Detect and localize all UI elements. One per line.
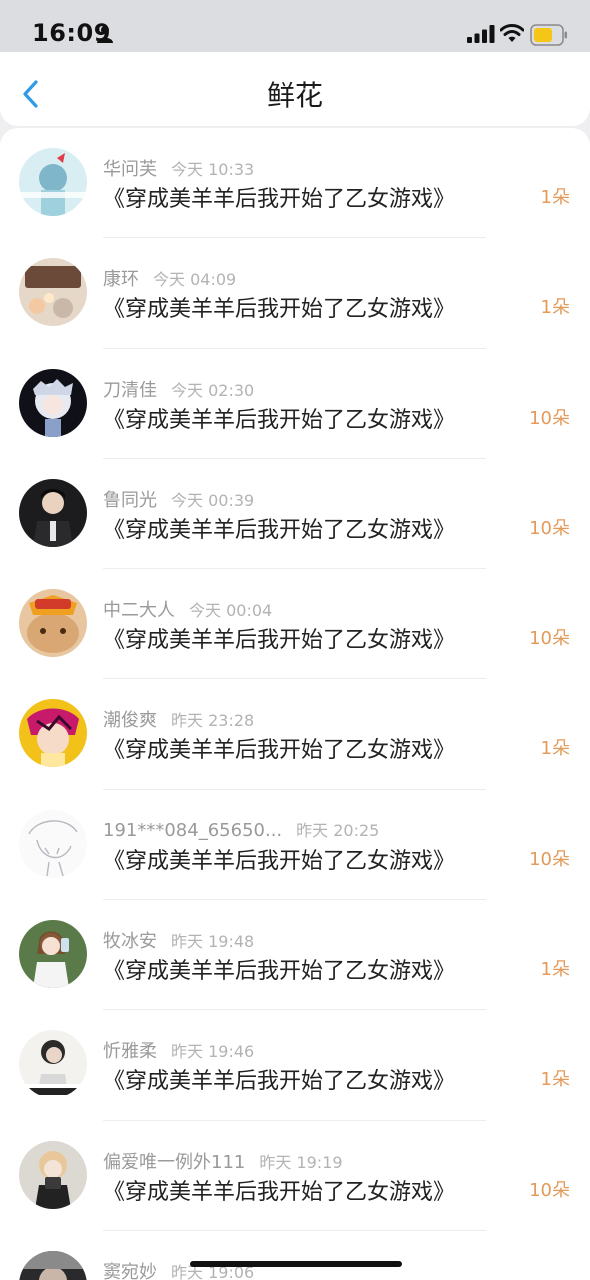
username: 忻雅柔 bbox=[103, 1041, 157, 1063]
book-title: 《穿成美羊羊后我开始了乙女游戏》 bbox=[103, 1179, 456, 1205]
list-item[interactable]: 窦宛妙 昨天 19:06 bbox=[0, 1231, 590, 1280]
username: 康环 bbox=[103, 269, 139, 291]
flower-count: 10朵 bbox=[529, 407, 570, 429]
timestamp: 今天 02:30 bbox=[171, 380, 255, 400]
home-indicator[interactable] bbox=[190, 1261, 402, 1267]
timestamp: 今天 00:39 bbox=[171, 490, 255, 510]
avatar[interactable] bbox=[19, 920, 87, 989]
item-meta: 偏爱唯一例外111 昨天 19:19 bbox=[103, 1148, 343, 1173]
timestamp: 昨天 19:19 bbox=[259, 1152, 343, 1172]
flower-count: 1朵 bbox=[540, 1069, 570, 1091]
page-title: 鲜花 bbox=[266, 79, 323, 112]
wifi-icon bbox=[500, 24, 524, 42]
username: 中二大人 bbox=[103, 600, 175, 622]
list-item[interactable]: 华问芙 今天 10:33 《穿成美羊羊后我开始了乙女游戏》 1朵 bbox=[0, 128, 590, 239]
item-meta: 刀清佳 今天 02:30 bbox=[103, 376, 255, 401]
book-title: 《穿成美羊羊后我开始了乙女游戏》 bbox=[103, 848, 456, 874]
list-item[interactable]: 牧冰安 昨天 19:48 《穿成美羊羊后我开始了乙女游戏》 1朵 bbox=[0, 900, 590, 1011]
book-title: 《穿成美羊羊后我开始了乙女游戏》 bbox=[103, 297, 456, 323]
book-title: 《穿成美羊羊后我开始了乙女游戏》 bbox=[103, 187, 456, 212]
item-meta: 康环 今天 04:09 bbox=[103, 265, 237, 291]
book-title: 《穿成美羊羊后我开始了乙女游戏》 bbox=[103, 517, 456, 543]
flower-count: 10朵 bbox=[529, 628, 570, 650]
status-bar: 16:09 bbox=[0, 0, 590, 52]
item-meta: 牧冰安 昨天 19:48 bbox=[103, 927, 255, 953]
book-title: 《穿成美羊羊后我开始了乙女游戏》 bbox=[103, 738, 456, 764]
timestamp: 昨天 20:25 bbox=[296, 820, 380, 840]
avatar[interactable] bbox=[19, 258, 87, 327]
list-item[interactable]: 中二大人 今天 00:04 《穿成美羊羊后我开始了乙女游戏》 10朵 bbox=[0, 569, 590, 680]
timestamp: 今天 04:09 bbox=[153, 270, 237, 290]
list-item[interactable]: 偏爱唯一例外111 昨天 19:19 《穿成美羊羊后我开始了乙女游戏》 10朵 bbox=[0, 1121, 590, 1231]
list-item[interactable]: 刀清佳 今天 02:30 《穿成美羊羊后我开始了乙女游戏》 10朵 bbox=[0, 349, 590, 459]
username: 鲁同光 bbox=[103, 489, 157, 511]
book-title: 《穿成美羊羊后我开始了乙女游戏》 bbox=[103, 959, 456, 985]
avatar[interactable] bbox=[19, 368, 87, 437]
item-meta: 中二大人 今天 00:04 bbox=[103, 596, 273, 622]
username: 191***084_65650... bbox=[103, 819, 283, 841]
flower-count: 1朵 bbox=[540, 297, 570, 319]
list-item[interactable]: 鲁同光 今天 00:39 《穿成美羊羊后我开始了乙女游戏》 10朵 bbox=[0, 459, 590, 570]
timestamp: 今天 00:04 bbox=[189, 601, 273, 621]
list-item[interactable]: 忻雅柔 昨天 19:46 《穿成美羊羊后我开始了乙女游戏》 1朵 bbox=[0, 1010, 590, 1121]
avatar[interactable] bbox=[19, 699, 87, 768]
list-item[interactable]: 191***084_65650... 昨天 20:25 《穿成美羊羊后我开始了乙女… bbox=[0, 790, 590, 901]
item-meta: 忻雅柔 昨天 19:46 bbox=[103, 1037, 255, 1063]
timestamp: 昨天 19:48 bbox=[171, 932, 255, 952]
avatar[interactable] bbox=[19, 1030, 87, 1099]
avatar[interactable] bbox=[19, 1250, 87, 1280]
username: 潮俊爽 bbox=[103, 710, 157, 732]
list-item[interactable]: 康环 今天 04:09 《穿成美羊羊后我开始了乙女游戏》 1朵 bbox=[0, 238, 590, 349]
battery-icon bbox=[530, 24, 567, 46]
avatar[interactable] bbox=[19, 809, 87, 878]
book-title: 《穿成美羊羊后我开始了乙女游戏》 bbox=[103, 1069, 456, 1095]
timestamp: 昨天 23:28 bbox=[171, 711, 255, 731]
username: 刀清佳 bbox=[103, 379, 157, 401]
flower-count: 1朵 bbox=[540, 187, 570, 208]
flower-count: 10朵 bbox=[529, 517, 570, 539]
item-meta: 鲁同光 今天 00:39 bbox=[103, 486, 255, 511]
cellular-signal-icon bbox=[467, 25, 495, 43]
list-item[interactable]: 潮俊爽 昨天 23:28 《穿成美羊羊后我开始了乙女游戏》 1朵 bbox=[0, 679, 590, 790]
username: 牧冰安 bbox=[103, 931, 157, 953]
avatar[interactable] bbox=[19, 589, 87, 658]
username: 偏爱唯一例外111 bbox=[103, 1151, 246, 1173]
flower-count: 10朵 bbox=[529, 1179, 570, 1201]
nav-bar: 鲜花 bbox=[0, 52, 590, 126]
timestamp: 今天 10:33 bbox=[171, 160, 255, 179]
username: 华问芙 bbox=[103, 159, 157, 180]
person-icon bbox=[97, 26, 113, 43]
flower-count: 1朵 bbox=[540, 959, 570, 981]
flower-list: 华问芙 今天 10:33 《穿成美羊羊后我开始了乙女游戏》 1朵 康环 今天 04:… bbox=[0, 128, 590, 1280]
item-meta: 华问芙 今天 10:33 bbox=[103, 155, 255, 180]
item-meta: 191***084_65650... 昨天 20:25 bbox=[103, 817, 379, 841]
username: 窦宛妙 bbox=[103, 1261, 157, 1280]
avatar[interactable] bbox=[19, 1140, 87, 1209]
timestamp: 昨天 19:46 bbox=[171, 1042, 255, 1062]
avatar[interactable] bbox=[19, 148, 87, 216]
item-meta: 潮俊爽 昨天 23:28 bbox=[103, 706, 255, 732]
book-title: 《穿成美羊羊后我开始了乙女游戏》 bbox=[103, 407, 456, 433]
book-title: 《穿成美羊羊后我开始了乙女游戏》 bbox=[103, 628, 456, 654]
flower-count: 10朵 bbox=[529, 848, 570, 870]
avatar[interactable] bbox=[19, 478, 87, 547]
flower-count: 1朵 bbox=[540, 738, 570, 760]
